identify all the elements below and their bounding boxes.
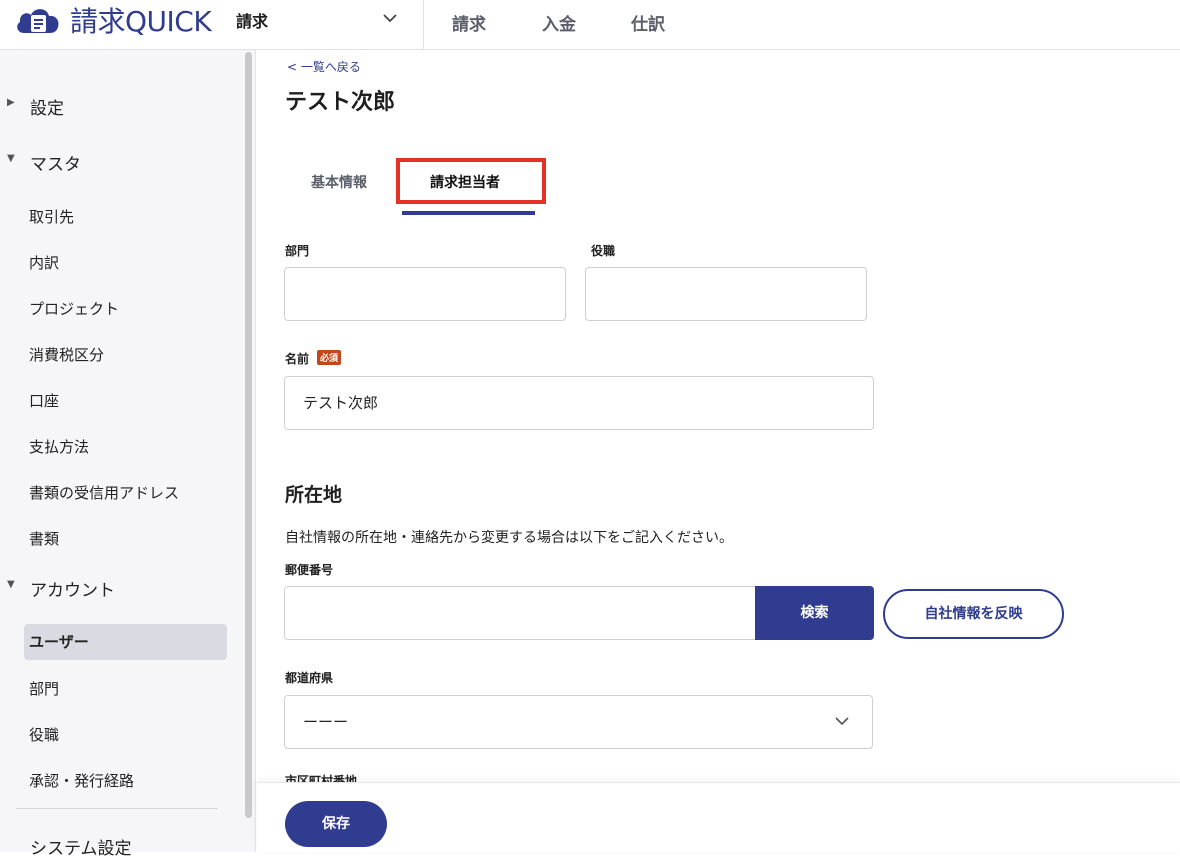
department-input[interactable]	[284, 267, 566, 321]
sidebar-item-clients[interactable]: 取引先	[29, 206, 74, 227]
topnav-invoice[interactable]: 請求	[452, 10, 486, 35]
sidebar: ▶ 設定 ▼ マスタ 取引先 内訳 プロジェクト 消費税区分 口座 支払方法 書…	[0, 50, 256, 859]
app-name: 請求QUICK	[70, 5, 212, 38]
caret-right-icon: ▶	[7, 97, 15, 108]
position-input[interactable]	[585, 267, 867, 321]
module-selector-label[interactable]: 請求	[236, 8, 268, 32]
prefecture-select[interactable]: ーーー	[284, 695, 873, 749]
position-label: 役職	[591, 244, 616, 258]
footer-bar: 保存	[257, 782, 1180, 852]
header-divider	[423, 0, 424, 50]
name-label: 名前 必須	[285, 350, 342, 367]
main-content: < 一覧へ戻る テスト次郎 基本情報 請求担当者 部門 役職 名前 必須 テスト次…	[257, 50, 1180, 852]
sidebar-item-documents[interactable]: 書類	[29, 528, 59, 549]
page-title: テスト次郎	[285, 90, 396, 115]
sidebar-divider	[16, 808, 218, 809]
name-label-text: 名前	[285, 352, 310, 366]
sidebar-item-payment-methods[interactable]: 支払方法	[29, 436, 89, 457]
address-description: 自社情報の所在地・連絡先から変更する場合は以下をご記入ください。	[285, 530, 733, 546]
document-cloud-icon	[17, 9, 59, 33]
topnav-payment[interactable]: 入金	[542, 10, 576, 35]
caret-down-icon: ▼	[7, 153, 15, 164]
app-logo[interactable]: 請求QUICK	[14, 2, 212, 38]
postal-code-label: 郵便番号	[285, 563, 334, 577]
name-input[interactable]: テスト次郎	[284, 376, 874, 430]
postal-code-input[interactable]	[284, 586, 756, 640]
city-address-label: 市区町村番地	[285, 774, 358, 782]
sidebar-scrollbar[interactable]	[245, 52, 252, 818]
sidebar-section-label: アカウント	[30, 581, 115, 601]
sidebar-item-accounts[interactable]: 口座	[29, 390, 59, 411]
prefecture-selected-value: ーーー	[303, 713, 349, 731]
sidebar-item-receiving-address[interactable]: 書類の受信用アドレス	[29, 482, 179, 503]
caret-down-icon: ▼	[7, 579, 15, 590]
sidebar-item-users[interactable]: ユーザー	[24, 624, 227, 660]
sidebar-item-departments[interactable]: 部門	[29, 678, 59, 699]
sidebar-section-label: マスタ	[30, 155, 81, 175]
sidebar-item-approval-routes[interactable]: 承認・発行経路	[29, 770, 134, 791]
prefecture-label: 都道府県	[285, 671, 334, 685]
sidebar-item-positions[interactable]: 役職	[29, 724, 59, 745]
save-button[interactable]: 保存	[285, 801, 387, 847]
sidebar-item-tax-category[interactable]: 消費税区分	[29, 344, 104, 365]
highlight-box	[396, 158, 546, 204]
sidebar-section-label: システム設定	[30, 839, 132, 859]
required-badge: 必須	[317, 350, 342, 365]
chevron-down-icon	[835, 717, 849, 726]
topnav-journal[interactable]: 仕訳	[631, 10, 665, 35]
sidebar-item-projects[interactable]: プロジェクト	[29, 298, 119, 319]
sidebar-section-label: 設定	[30, 99, 64, 119]
chevron-down-icon[interactable]	[382, 11, 398, 25]
active-tab-indicator	[402, 211, 535, 215]
search-button[interactable]: 検索	[755, 586, 874, 640]
top-bar: 請求QUICK 請求 請求 入金 仕訳	[0, 0, 1180, 50]
back-to-list-link[interactable]: < 一覧へ戻る	[287, 58, 361, 75]
sidebar-item-breakdown[interactable]: 内訳	[29, 252, 59, 273]
address-heading: 所在地	[285, 484, 343, 506]
reflect-company-info-button[interactable]: 自社情報を反映	[883, 589, 1064, 639]
department-label: 部門	[285, 244, 310, 258]
tab-basic-info[interactable]: 基本情報	[311, 172, 367, 192]
